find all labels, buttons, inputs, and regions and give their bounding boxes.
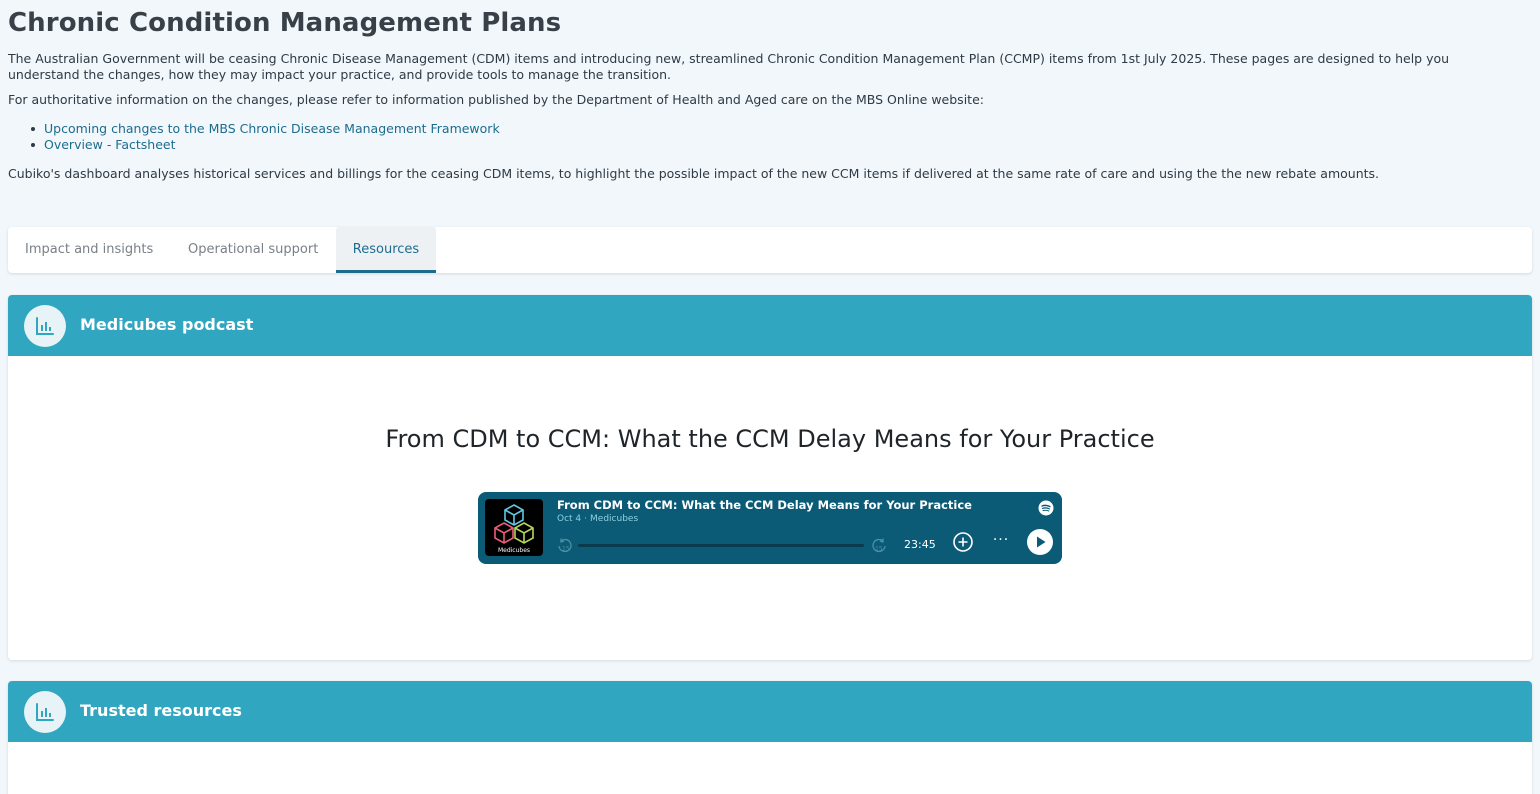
bar-chart-icon <box>24 305 66 347</box>
skip-forward-label: 15 <box>875 546 883 553</box>
player-episode-title[interactable]: From CDM to CCM: What the CCM Delay Mean… <box>557 498 972 512</box>
mbs-links: Upcoming changes to the MBS Chronic Dise… <box>31 121 500 153</box>
authoritative-text: For authoritative information on the cha… <box>8 92 984 107</box>
tab-impact-and-insights[interactable]: Impact and insights <box>25 227 153 273</box>
bar-chart-icon <box>24 691 66 733</box>
podcast-panel: Medicubes podcast From CDM to CCM: What … <box>8 295 1532 660</box>
spotify-icon[interactable] <box>1038 500 1054 520</box>
player-date: Oct 4 <box>557 514 582 524</box>
skip-back-label: 15 <box>562 546 570 553</box>
tab-bar: Impact and insights Operational support … <box>8 227 1532 273</box>
player-show-link[interactable]: Medicubes <box>590 514 638 524</box>
link-mbs-framework[interactable]: Upcoming changes to the MBS Chronic Dise… <box>44 121 500 136</box>
podcast-panel-title: Medicubes podcast <box>80 315 254 334</box>
podcast-cover-art[interactable]: Medicubes <box>485 499 543 556</box>
resources-panel-title: Trusted resources <box>80 701 242 720</box>
skip-forward-15-icon[interactable]: 15 <box>870 538 888 558</box>
link-overview-factsheet[interactable]: Overview - Factsheet <box>44 137 176 152</box>
page-title: Chronic Condition Management Plans <box>8 8 562 38</box>
dashboard-note: Cubiko's dashboard analyses historical s… <box>8 166 1380 181</box>
skip-back-15-icon[interactable]: 15 <box>556 538 574 558</box>
play-button[interactable] <box>1027 529 1053 555</box>
podcast-panel-header: Medicubes podcast <box>8 295 1532 356</box>
playback-progress-bar[interactable] <box>578 544 864 547</box>
podcast-player: Medicubes From CDM to CCM: What the CCM … <box>478 492 1062 564</box>
list-item: Upcoming changes to the MBS Chronic Dise… <box>31 121 500 137</box>
more-options-icon[interactable]: ··· <box>990 531 1012 553</box>
resources-panel-header: Trusted resources <box>8 681 1532 742</box>
resources-panel: Trusted resources <box>8 681 1532 794</box>
cover-label: Medicubes <box>497 547 531 554</box>
tab-operational-support[interactable]: Operational support <box>188 227 318 273</box>
player-meta: Oct 4 · Medicubes <box>557 514 638 524</box>
add-episode-icon[interactable] <box>952 531 974 557</box>
intro-text: The Australian Government will be ceasin… <box>8 51 1450 82</box>
episode-heading: From CDM to CCM: What the CCM Delay Mean… <box>385 425 1155 453</box>
tab-resources[interactable]: Resources <box>336 227 436 273</box>
player-meta-separator: · <box>584 514 588 524</box>
list-item: Overview - Factsheet <box>31 137 500 153</box>
player-duration: 23:45 <box>904 538 936 551</box>
